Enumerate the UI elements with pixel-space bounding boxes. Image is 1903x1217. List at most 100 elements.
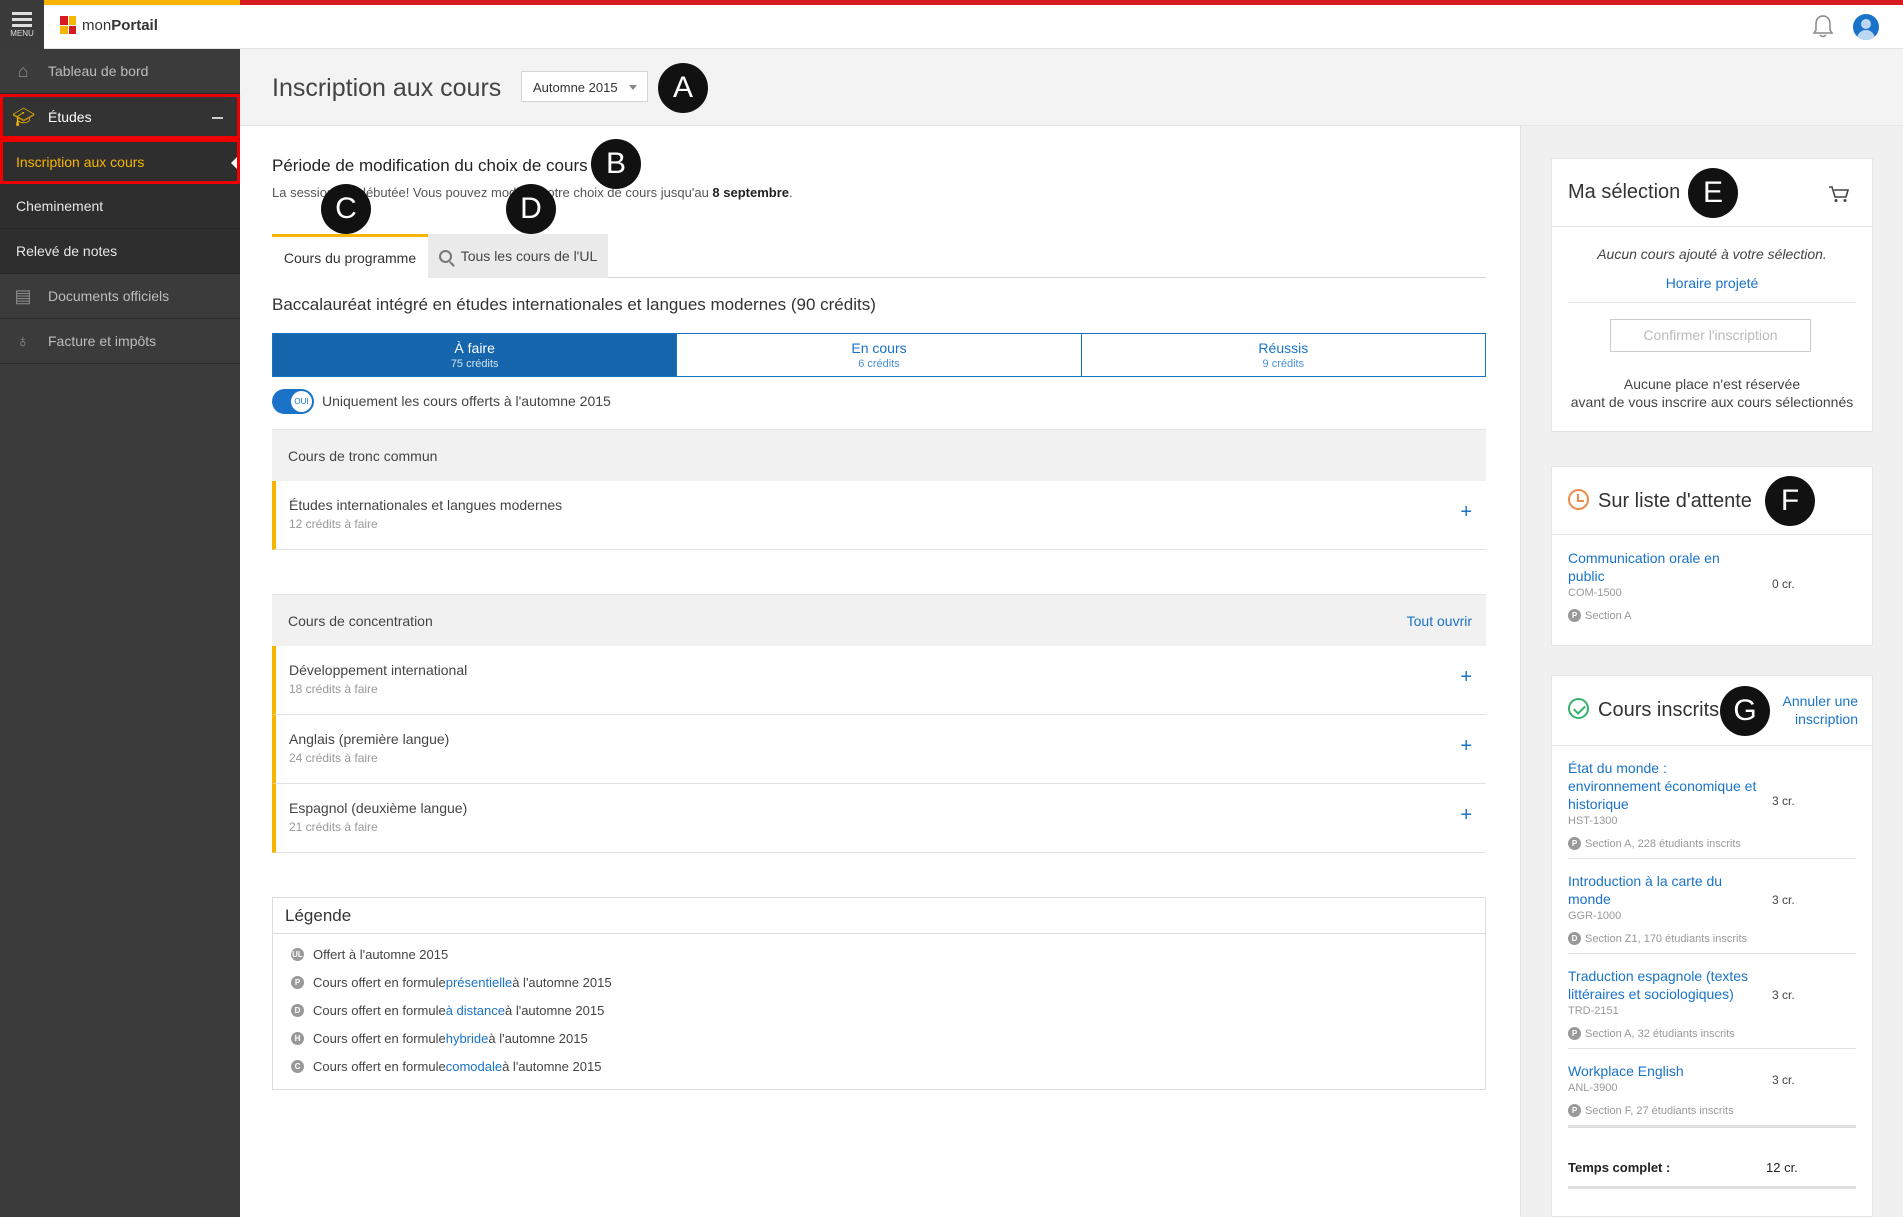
- selection-note: Aucune place n'est réservée avant de vous…: [1552, 375, 1872, 411]
- annotation-marker-e: E: [1688, 168, 1738, 218]
- distance-badge-icon: D: [291, 1003, 304, 1017]
- course-credits: 3 cr.: [1772, 893, 1795, 907]
- sidebar-item-label: Études: [48, 108, 92, 125]
- progress-segments: À faire 75 crédits En cours 6 crédits Réus…: [272, 333, 1486, 377]
- course-group-core: Cours de tronc commun Études internation…: [272, 429, 1486, 550]
- confirm-registration-button[interactable]: Confirmer l'inscription: [1610, 319, 1811, 352]
- legend-link[interactable]: comodale: [446, 1059, 502, 1074]
- app-logo[interactable]: mon Portail: [60, 16, 158, 34]
- course-row[interactable]: Anglais (première langue) 24 crédits à f…: [272, 715, 1486, 784]
- total-label: Temps complet :: [1568, 1160, 1671, 1175]
- sidebar-item-studies[interactable]: 🎓︎ Études: [0, 94, 240, 139]
- course-title-link[interactable]: Workplace English: [1568, 1062, 1758, 1080]
- expand-plus-icon[interactable]: +: [1460, 735, 1472, 758]
- enrolled-course[interactable]: Workplace English ANL-3900 3 cr. P Sectio…: [1568, 1049, 1856, 1128]
- segment-label: En cours: [851, 340, 907, 356]
- projected-schedule-link[interactable]: Horaire projeté: [1552, 275, 1872, 291]
- legend-text: à l'automne 2015: [512, 974, 612, 990]
- note-line: avant de vous inscrire aux cours sélecti…: [1570, 394, 1854, 410]
- annotation-marker-d: D: [506, 184, 556, 234]
- segment-completed[interactable]: Réussis 9 crédits: [1080, 334, 1485, 376]
- tab-label: Cours du programme: [283, 249, 417, 266]
- course-code: ANL-3900: [1568, 1082, 1618, 1094]
- legend-link[interactable]: hybride: [446, 1031, 489, 1046]
- expand-plus-icon[interactable]: +: [1460, 666, 1472, 689]
- course-section: D Section Z1, 170 étudiants inscrits: [1568, 932, 1856, 945]
- course-section: P Section F, 27 étudiants inscrits: [1568, 1104, 1856, 1117]
- bell-icon[interactable]: [1812, 14, 1834, 38]
- sidebar-subitem-pathway[interactable]: Cheminement: [0, 184, 240, 229]
- segment-to-do[interactable]: À faire 75 crédits: [273, 334, 677, 376]
- legend-item: C Cours offert en formule comodale à l'au…: [273, 1052, 1485, 1080]
- course-row[interactable]: Études internationales et langues modern…: [272, 481, 1486, 550]
- annotation-marker-b: B: [591, 139, 641, 189]
- period-title: Période de modification du choix de cour…: [272, 156, 588, 175]
- menu-button[interactable]: MENU: [0, 0, 44, 49]
- course-name: Études internationales et langues modern…: [289, 497, 563, 513]
- legend-link[interactable]: présentielle: [446, 975, 513, 990]
- segment-in-progress[interactable]: En cours 6 crédits: [676, 334, 1080, 376]
- course-title-link[interactable]: Communication orale en public: [1568, 549, 1758, 585]
- tab-program-courses[interactable]: Cours du programme: [272, 234, 428, 278]
- legend-item: D Cours offert en formule à distance à l'…: [273, 996, 1485, 1024]
- logo-bold: Portail: [111, 16, 158, 34]
- user-avatar[interactable]: [1853, 14, 1879, 40]
- expand-plus-icon[interactable]: +: [1460, 501, 1472, 524]
- expand-plus-icon[interactable]: +: [1460, 804, 1472, 827]
- waitlist-title: Sur liste d'attente: [1598, 490, 1752, 512]
- total-row: Temps complet : 12 cr.: [1568, 1160, 1856, 1175]
- course-credits: 3 cr.: [1772, 988, 1795, 1002]
- annotation-marker-c: C: [321, 184, 371, 234]
- main-content: Période de modification du choix de cour…: [240, 126, 1520, 1217]
- course-title-link[interactable]: État du monde : environnement économique…: [1568, 759, 1758, 813]
- logo-prefix: mon: [82, 16, 112, 34]
- segment-credits: 75 crédits: [450, 358, 499, 370]
- document-icon: ▤: [14, 286, 32, 306]
- course-title-link[interactable]: Traduction espagnole (textes littéraires…: [1568, 967, 1758, 1003]
- enrolled-course[interactable]: État du monde : environnement économique…: [1568, 746, 1856, 859]
- group-header: Cours de tronc commun: [272, 429, 1486, 481]
- collapse-icon[interactable]: [212, 117, 223, 119]
- sidebar-item-dashboard[interactable]: ⌂ Tableau de bord: [0, 49, 240, 94]
- divider: [1568, 302, 1856, 303]
- cart-icon[interactable]: [1828, 185, 1850, 203]
- enrolled-course[interactable]: Introduction à la carte du monde GGR-100…: [1568, 859, 1856, 954]
- sidebar-subitem-transcript[interactable]: Relevé de notes: [0, 229, 240, 274]
- tab-label: Tous les cours de l'UL: [460, 248, 598, 264]
- course-section: P Section A: [1568, 609, 1856, 622]
- sidebar-item-official-documents[interactable]: ▤ Documents officiels: [0, 274, 240, 319]
- annotation-marker-f: F: [1765, 476, 1815, 526]
- course-credits: 3 cr.: [1772, 794, 1795, 808]
- course-credits: 21 crédits à faire: [289, 820, 378, 834]
- legend-text: Cours offert en formule: [313, 974, 446, 990]
- course-section: P Section A, 32 étudiants inscrits: [1568, 1027, 1856, 1040]
- section-text: Section Z1, 170 étudiants inscrits: [1585, 932, 1748, 945]
- toggle-state: OUI: [291, 391, 312, 412]
- course-row[interactable]: Développement international 18 crédits à…: [272, 646, 1486, 715]
- waitlist-course[interactable]: Communication orale en public COM-1500 0…: [1568, 535, 1856, 632]
- open-all-link[interactable]: Tout ouvrir: [1407, 613, 1472, 629]
- legend-text: Cours offert en formule: [313, 1058, 446, 1074]
- in-person-badge-icon: P: [1568, 1027, 1581, 1040]
- legend-text: Offert à l'automne 2015: [313, 946, 449, 962]
- enrolled-course[interactable]: Traduction espagnole (textes littéraires…: [1568, 954, 1856, 1049]
- enrolled-card: Cours inscrits Annuler une inscription G…: [1551, 675, 1873, 1217]
- sidebar-item-invoice-taxes[interactable]: ♁ Facture et impôts: [0, 319, 240, 364]
- legend-link[interactable]: à distance: [446, 1003, 505, 1018]
- course-row[interactable]: Espagnol (deuxième langue) 21 crédits à …: [272, 784, 1486, 853]
- selection-title: Ma sélection: [1568, 181, 1681, 203]
- toggle-label: Uniquement les cours offerts à l'automne…: [322, 393, 611, 409]
- course-title-link[interactable]: Introduction à la carte du monde: [1568, 872, 1758, 908]
- segment-label: Réussis: [1258, 340, 1309, 356]
- selection-card: Ma sélection E Aucun cours ajouté à votr…: [1551, 158, 1873, 432]
- course-code: COM-1500: [1568, 587, 1622, 599]
- sidebar-subitem-label: Inscription aux cours: [16, 153, 145, 170]
- waitlist-header: Sur liste d'attente: [1552, 467, 1872, 535]
- tab-all-ul-courses[interactable]: Tous les cours de l'UL: [428, 234, 608, 278]
- course-name: Anglais (première langue): [289, 731, 450, 747]
- offered-only-toggle[interactable]: OUI: [272, 389, 314, 414]
- course-credits: 18 crédits à faire: [289, 682, 378, 696]
- sidebar-subitem-course-registration[interactable]: Inscription aux cours: [0, 139, 240, 184]
- semester-select[interactable]: Automne 2015: [521, 71, 648, 102]
- in-person-badge-icon: P: [291, 975, 304, 989]
